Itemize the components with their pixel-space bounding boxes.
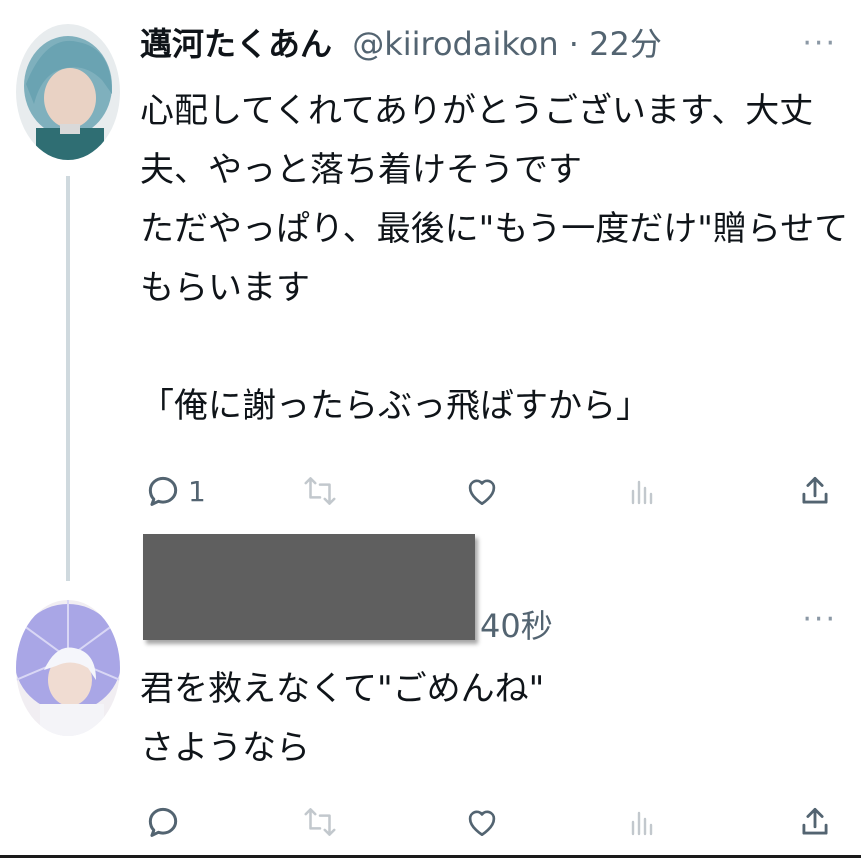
- retweet-button[interactable]: [300, 466, 340, 516]
- share-button[interactable]: [796, 797, 834, 847]
- analytics-button[interactable]: [624, 466, 660, 516]
- reply-count: 1: [188, 474, 206, 508]
- reply-button[interactable]: [144, 797, 182, 847]
- redacted-author-block: [143, 534, 475, 640]
- tweet-actions: 1: [140, 466, 840, 516]
- bottom-divider: [0, 855, 861, 858]
- retweet-icon: [304, 477, 336, 505]
- avatar[interactable]: [16, 600, 120, 736]
- like-button[interactable]: [462, 466, 502, 516]
- analytics-button[interactable]: [624, 797, 660, 847]
- avatar-photo: [16, 600, 120, 736]
- like-icon: [468, 810, 496, 837]
- avatar[interactable]: [16, 24, 120, 160]
- author-handle[interactable]: @kiirodaikon: [352, 25, 558, 63]
- tweet-timestamp[interactable]: 22分: [589, 25, 662, 63]
- analytics-icon: [631, 480, 653, 505]
- analytics-icon: [631, 811, 653, 836]
- more-icon[interactable]: ···: [802, 602, 837, 637]
- avatar-photo: [16, 24, 120, 160]
- reply-button[interactable]: 1: [144, 466, 206, 516]
- author-name[interactable]: 邁河たくあん: [140, 25, 332, 63]
- tweet-text: 君を救えなくて"ごめんね" さようなら: [140, 669, 545, 768]
- like-button[interactable]: [462, 797, 502, 847]
- tweet-timestamp[interactable]: 40秒: [480, 607, 553, 645]
- more-icon[interactable]: ···: [802, 26, 837, 61]
- thread-connector-line: [66, 176, 70, 581]
- share-button[interactable]: [796, 466, 834, 516]
- reply-icon: [148, 807, 178, 837]
- retweet-icon: [304, 808, 336, 836]
- share-icon: [802, 807, 828, 835]
- reply-icon: [148, 476, 178, 506]
- tweet-header: 邁河たくあん @kiirodaikon · 22分: [140, 24, 662, 64]
- like-icon: [468, 479, 496, 506]
- share-icon: [802, 476, 828, 504]
- tweet-actions: [140, 797, 840, 847]
- tweet-header: 40秒: [480, 606, 553, 646]
- retweet-button[interactable]: [300, 797, 340, 847]
- header-separator: ·: [568, 25, 579, 63]
- tweet-text: 心配してくれてありがとうございます、大丈 夫、やっと落ち着けそうです ただやっぱ…: [140, 91, 849, 426]
